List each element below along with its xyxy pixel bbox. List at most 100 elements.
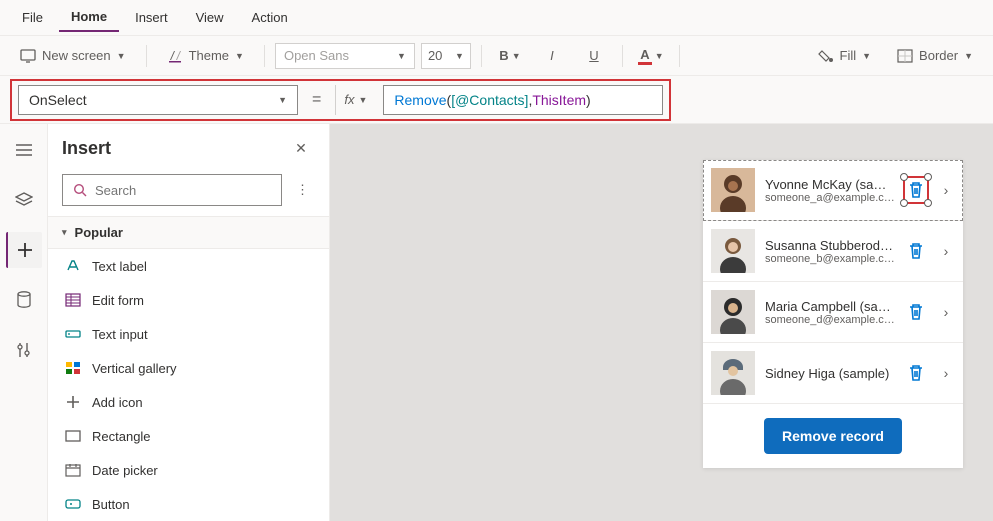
new-screen-label: New screen [42,48,111,63]
screen-icon [20,49,36,63]
gallery-row[interactable]: Sidney Higa (sample) › [703,343,963,404]
gallery-row[interactable]: Susanna Stubberod (sample) someone_b@exa… [703,221,963,282]
selection-handle[interactable] [900,173,908,181]
chevron-right-icon[interactable]: › [937,303,955,321]
contact-email: someone_d@example.com [765,314,895,326]
fontsize-select[interactable]: 20 ▼ [421,43,471,69]
chevron-down-icon: ▼ [117,51,126,61]
chevron-down-icon: ▾ [62,227,67,238]
insert-button[interactable]: Button [48,487,329,521]
plus-icon [16,241,34,259]
formula-item: ThisItem [532,92,586,108]
trash-button[interactable] [905,301,927,323]
font-select-value: Open Sans [284,48,349,63]
insert-vertical-gallery[interactable]: Vertical gallery [48,351,329,385]
trash-button[interactable] [905,362,927,384]
chevron-right-icon[interactable]: › [937,364,955,382]
left-rail [0,124,48,521]
gallery-row[interactable]: Maria Campbell (sample) someone_d@exampl… [703,282,963,343]
insert-edit-form[interactable]: Edit form [48,283,329,317]
item-list: Text label Edit form Text input Vertical… [48,249,329,521]
bold-icon: B [499,48,508,63]
selection-handle[interactable] [924,173,932,181]
menu-file[interactable]: File [10,4,55,31]
selection-handle[interactable] [924,199,932,207]
menu-view[interactable]: View [184,4,236,31]
search-box[interactable] [62,174,282,206]
border-icon [897,49,913,63]
remove-record-button[interactable]: Remove record [764,418,902,454]
ribbon-home: New screen ▼ Theme ▼ Open Sans ▼ 20 ▼ B▼… [0,36,993,76]
chevron-right-icon[interactable]: › [937,181,955,199]
contacts-gallery[interactable]: Yvonne McKay (sample) someone_a@example.… [703,160,963,468]
category-header[interactable]: ▾ Popular [48,216,329,249]
trash-button-selected[interactable] [905,178,927,202]
formula-highlight: OnSelect ▼ = fx ▼ Remove( [@Contacts], T… [10,79,671,121]
font-select[interactable]: Open Sans ▼ [275,43,415,69]
rail-settings[interactable] [6,332,42,368]
font-color-button[interactable]: A ▼ [633,41,669,71]
contact-email: someone_a@example.com [765,192,895,204]
chevron-down-icon: ▼ [235,51,244,61]
insert-text-label[interactable]: Text label [48,249,329,283]
chevron-down-icon: ▼ [397,51,406,61]
fill-label: Fill [840,48,857,63]
underline-button[interactable]: U [576,41,612,71]
gallery-row[interactable]: Yvonne McKay (sample) someone_a@example.… [703,160,963,221]
button-row: Remove record [703,404,963,468]
edit-form-icon [64,291,82,309]
contact-email: someone_b@example.com [765,253,895,265]
avatar [711,168,755,212]
insert-panel: Insert ✕ ⋮ ▾ Popular Text label [48,124,330,521]
avatar [711,290,755,334]
sliders-icon [15,341,33,359]
item-label: Text input [92,327,148,342]
insert-add-icon[interactable]: Add icon [48,385,329,419]
contact-name: Maria Campbell (sample) [765,299,895,314]
item-label: Text label [92,259,147,274]
trash-button[interactable] [905,240,927,262]
menu-action[interactable]: Action [240,4,300,31]
italic-button[interactable]: I [534,41,570,71]
separator [481,45,482,67]
border-button[interactable]: Border ▼ [887,43,983,68]
new-screen-button[interactable]: New screen ▼ [10,43,136,68]
rail-data[interactable] [6,282,42,318]
panel-close-button[interactable]: ✕ [287,134,315,162]
theme-icon [167,49,183,63]
avatar [711,351,755,395]
border-label: Border [919,48,958,63]
layers-icon [15,192,33,208]
chevron-down-icon: ▼ [655,51,664,61]
gallery-icon [64,359,82,377]
search-icon [73,183,87,197]
formula-ds: [@Contacts] [451,92,528,108]
property-value: OnSelect [29,92,87,108]
close-icon: ✕ [295,140,307,157]
chevron-down-icon: ▼ [358,95,367,105]
selection-handle[interactable] [900,199,908,207]
fill-button[interactable]: Fill ▼ [808,43,882,68]
bold-button[interactable]: B▼ [492,41,528,71]
formula-input[interactable]: Remove( [@Contacts], ThisItem ) [383,85,663,115]
calendar-icon [64,461,82,479]
more-button[interactable]: ⋮ [290,176,315,204]
rail-hamburger[interactable] [6,132,42,168]
search-input[interactable] [95,183,271,198]
fill-icon [818,49,834,63]
property-select[interactable]: OnSelect ▼ [18,85,298,115]
rail-insert[interactable] [6,232,42,268]
more-vertical-icon: ⋮ [296,182,309,198]
formula-fn: Remove [394,92,446,108]
menu-insert[interactable]: Insert [123,4,180,31]
row-text: Maria Campbell (sample) someone_d@exampl… [765,299,895,326]
rail-tree[interactable] [6,182,42,218]
insert-date-picker[interactable]: Date picker [48,453,329,487]
canvas[interactable]: Yvonne McKay (sample) someone_a@example.… [330,124,993,521]
chevron-right-icon[interactable]: › [937,242,955,260]
theme-button[interactable]: Theme ▼ [157,43,254,68]
menu-home[interactable]: Home [59,3,119,32]
insert-rectangle[interactable]: Rectangle [48,419,329,453]
fx-button[interactable]: fx ▼ [335,85,375,115]
insert-text-input[interactable]: Text input [48,317,329,351]
